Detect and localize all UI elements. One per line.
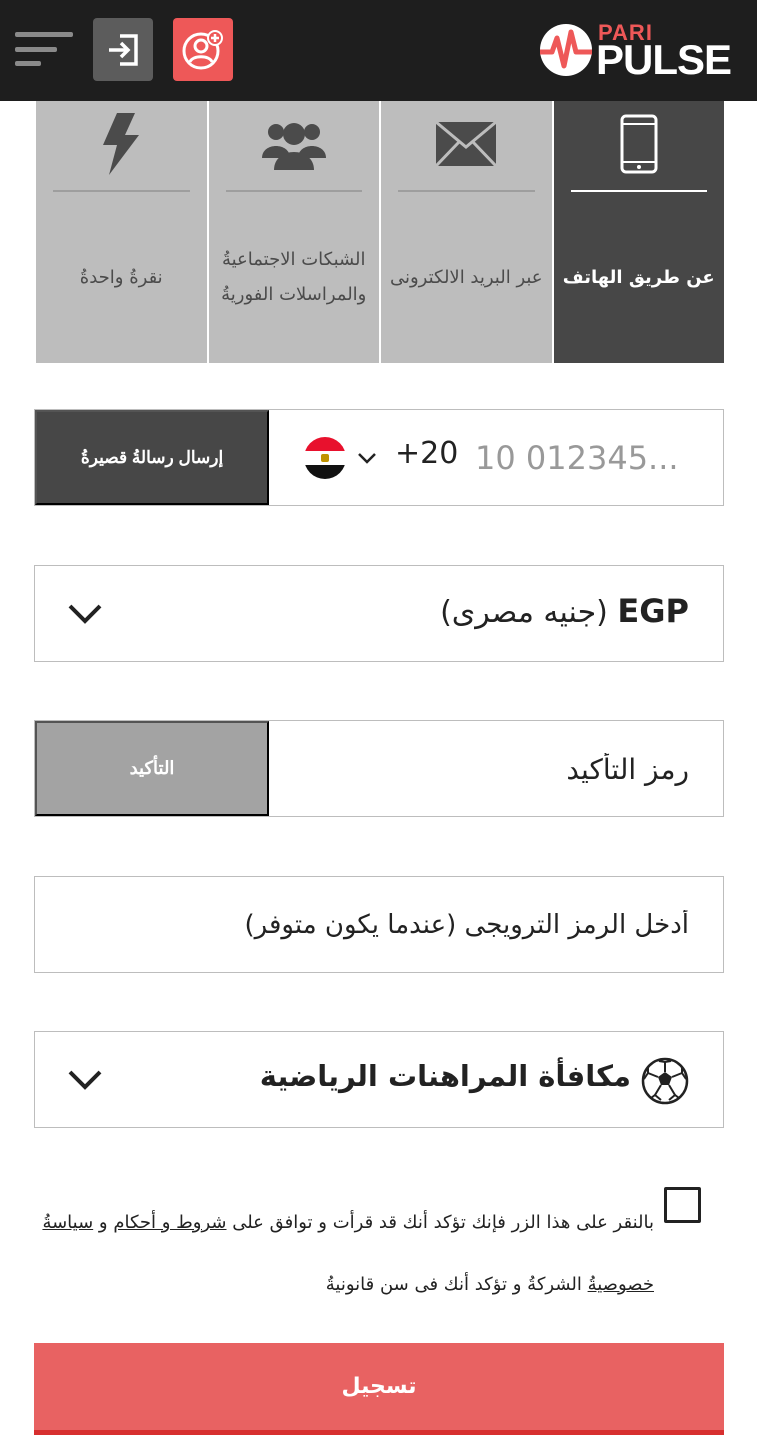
terms-text-part3: الشركةُ و تؤكد أنك فى سن قانونيةُ: [325, 1274, 588, 1295]
promo-code-input[interactable]: [55, 897, 689, 953]
registration-method-tabs: عن طريق الهاتف عبر البريد الالكترونى الش…: [36, 101, 724, 363]
hamburger-menu-icon[interactable]: [15, 32, 73, 68]
login-button[interactable]: [93, 18, 153, 81]
currency-value: EGP (جنيه مصرى): [440, 592, 689, 630]
tab-phone[interactable]: عن طريق الهاتف: [553, 101, 724, 363]
register-button[interactable]: [173, 18, 233, 81]
tab-one-click[interactable]: نقرةُ واحدةُ: [36, 101, 207, 363]
currency-select[interactable]: EGP (جنيه مصرى): [34, 565, 724, 662]
tab-social[interactable]: الشبكات الاجتماعيةُ والمراسلات الفوريةُ: [208, 101, 379, 363]
promo-code-row: [34, 876, 724, 973]
phone-number-row: إرسال رسالةُ قصيرةُ +20: [34, 409, 724, 506]
confirmation-code-input[interactable]: [285, 741, 689, 797]
country-code: +20: [395, 436, 459, 471]
terms-text-part2: و: [93, 1212, 114, 1233]
register-submit-button[interactable]: تسجيل: [34, 1343, 724, 1435]
tab-one-click-label: نقرةُ واحدةُ: [79, 266, 163, 288]
chevron-down-icon: [68, 604, 102, 624]
terms-text: بالنقر على هذا الزر فإنك تؤكد أنك قد قرأ…: [40, 1192, 654, 1316]
phone-icon: [620, 114, 658, 174]
bonus-select[interactable]: مكافأة المراهنات الرياضية: [34, 1031, 724, 1128]
terms-link[interactable]: شروط و أحكام: [113, 1212, 226, 1233]
sign-in-icon: [109, 33, 138, 66]
egypt-flag-icon[interactable]: [304, 437, 346, 479]
soccer-ball-icon: [641, 1057, 689, 1105]
confirmation-code-row: التأكيد: [34, 720, 724, 817]
currency-name: (جنيه مصرى): [440, 595, 608, 630]
top-header: PARI PULSE: [0, 0, 757, 101]
bonus-value: مكافأة المراهنات الرياضية: [259, 1059, 631, 1093]
confirm-button[interactable]: التأكيد: [35, 721, 269, 816]
tab-phone-label: عن طريق الهاتف: [562, 266, 715, 288]
chevron-down-icon: [68, 1070, 102, 1090]
tab-social-label: الشبكات الاجتماعيةُ والمراسلات الفوريةُ: [221, 249, 367, 305]
pari-pulse-logo[interactable]: PARI PULSE: [538, 16, 744, 84]
currency-code: EGP: [617, 592, 689, 630]
logo-pulse-text: PULSE: [596, 36, 732, 83]
chevron-down-icon[interactable]: [355, 446, 379, 470]
terms-checkbox[interactable]: [664, 1187, 701, 1223]
pulse-logo-icon: [540, 24, 592, 76]
send-sms-button[interactable]: إرسال رسالةُ قصيرةُ: [35, 410, 269, 505]
envelope-icon: [435, 121, 498, 167]
tab-email[interactable]: عبر البريد الالكترونى: [381, 101, 552, 363]
users-icon: [261, 123, 326, 170]
lightning-icon: [103, 113, 140, 175]
phone-input[interactable]: [475, 430, 711, 486]
add-user-icon: [182, 29, 223, 69]
tab-email-label: عبر البريد الالكترونى: [389, 266, 543, 288]
terms-text-part1: بالنقر على هذا الزر فإنك تؤكد أنك قد قرأ…: [226, 1212, 654, 1233]
